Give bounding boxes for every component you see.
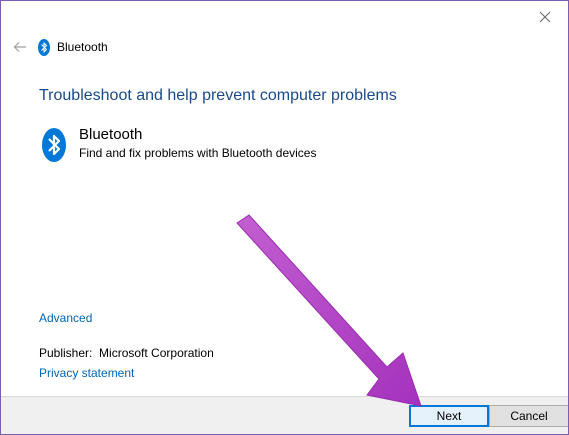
- troubleshooter-item: Bluetooth Find and fix problems with Blu…: [39, 125, 316, 163]
- page-heading: Troubleshoot and help prevent computer p…: [39, 87, 397, 104]
- troubleshooter-description: Find and fix problems with Bluetooth dev…: [79, 146, 317, 160]
- publisher-value: Microsoft Corporation: [99, 346, 214, 360]
- troubleshooter-name: Bluetooth: [79, 126, 143, 143]
- close-icon: [539, 11, 551, 23]
- troubleshooter-text: Bluetooth Find and fix problems with Blu…: [79, 125, 316, 161]
- window-title: Bluetooth: [57, 40, 108, 54]
- next-button[interactable]: Next: [409, 405, 489, 427]
- button-bar: Next Cancel: [1, 396, 568, 434]
- publisher-label: Publisher:: [39, 346, 93, 360]
- advanced-link[interactable]: Advanced: [39, 311, 92, 325]
- close-button[interactable]: [530, 5, 560, 29]
- window-header: Bluetooth: [9, 35, 108, 59]
- cancel-button[interactable]: Cancel: [489, 405, 568, 427]
- privacy-statement-link[interactable]: Privacy statement: [39, 366, 134, 380]
- publisher-info: Publisher: Microsoft Corporation: [39, 346, 214, 360]
- bluetooth-icon: [39, 127, 69, 163]
- back-arrow-icon: [13, 42, 26, 52]
- bluetooth-icon: [37, 38, 51, 56]
- troubleshooter-window: Bluetooth Troubleshoot and help prevent …: [0, 0, 569, 435]
- back-button[interactable]: [9, 36, 31, 58]
